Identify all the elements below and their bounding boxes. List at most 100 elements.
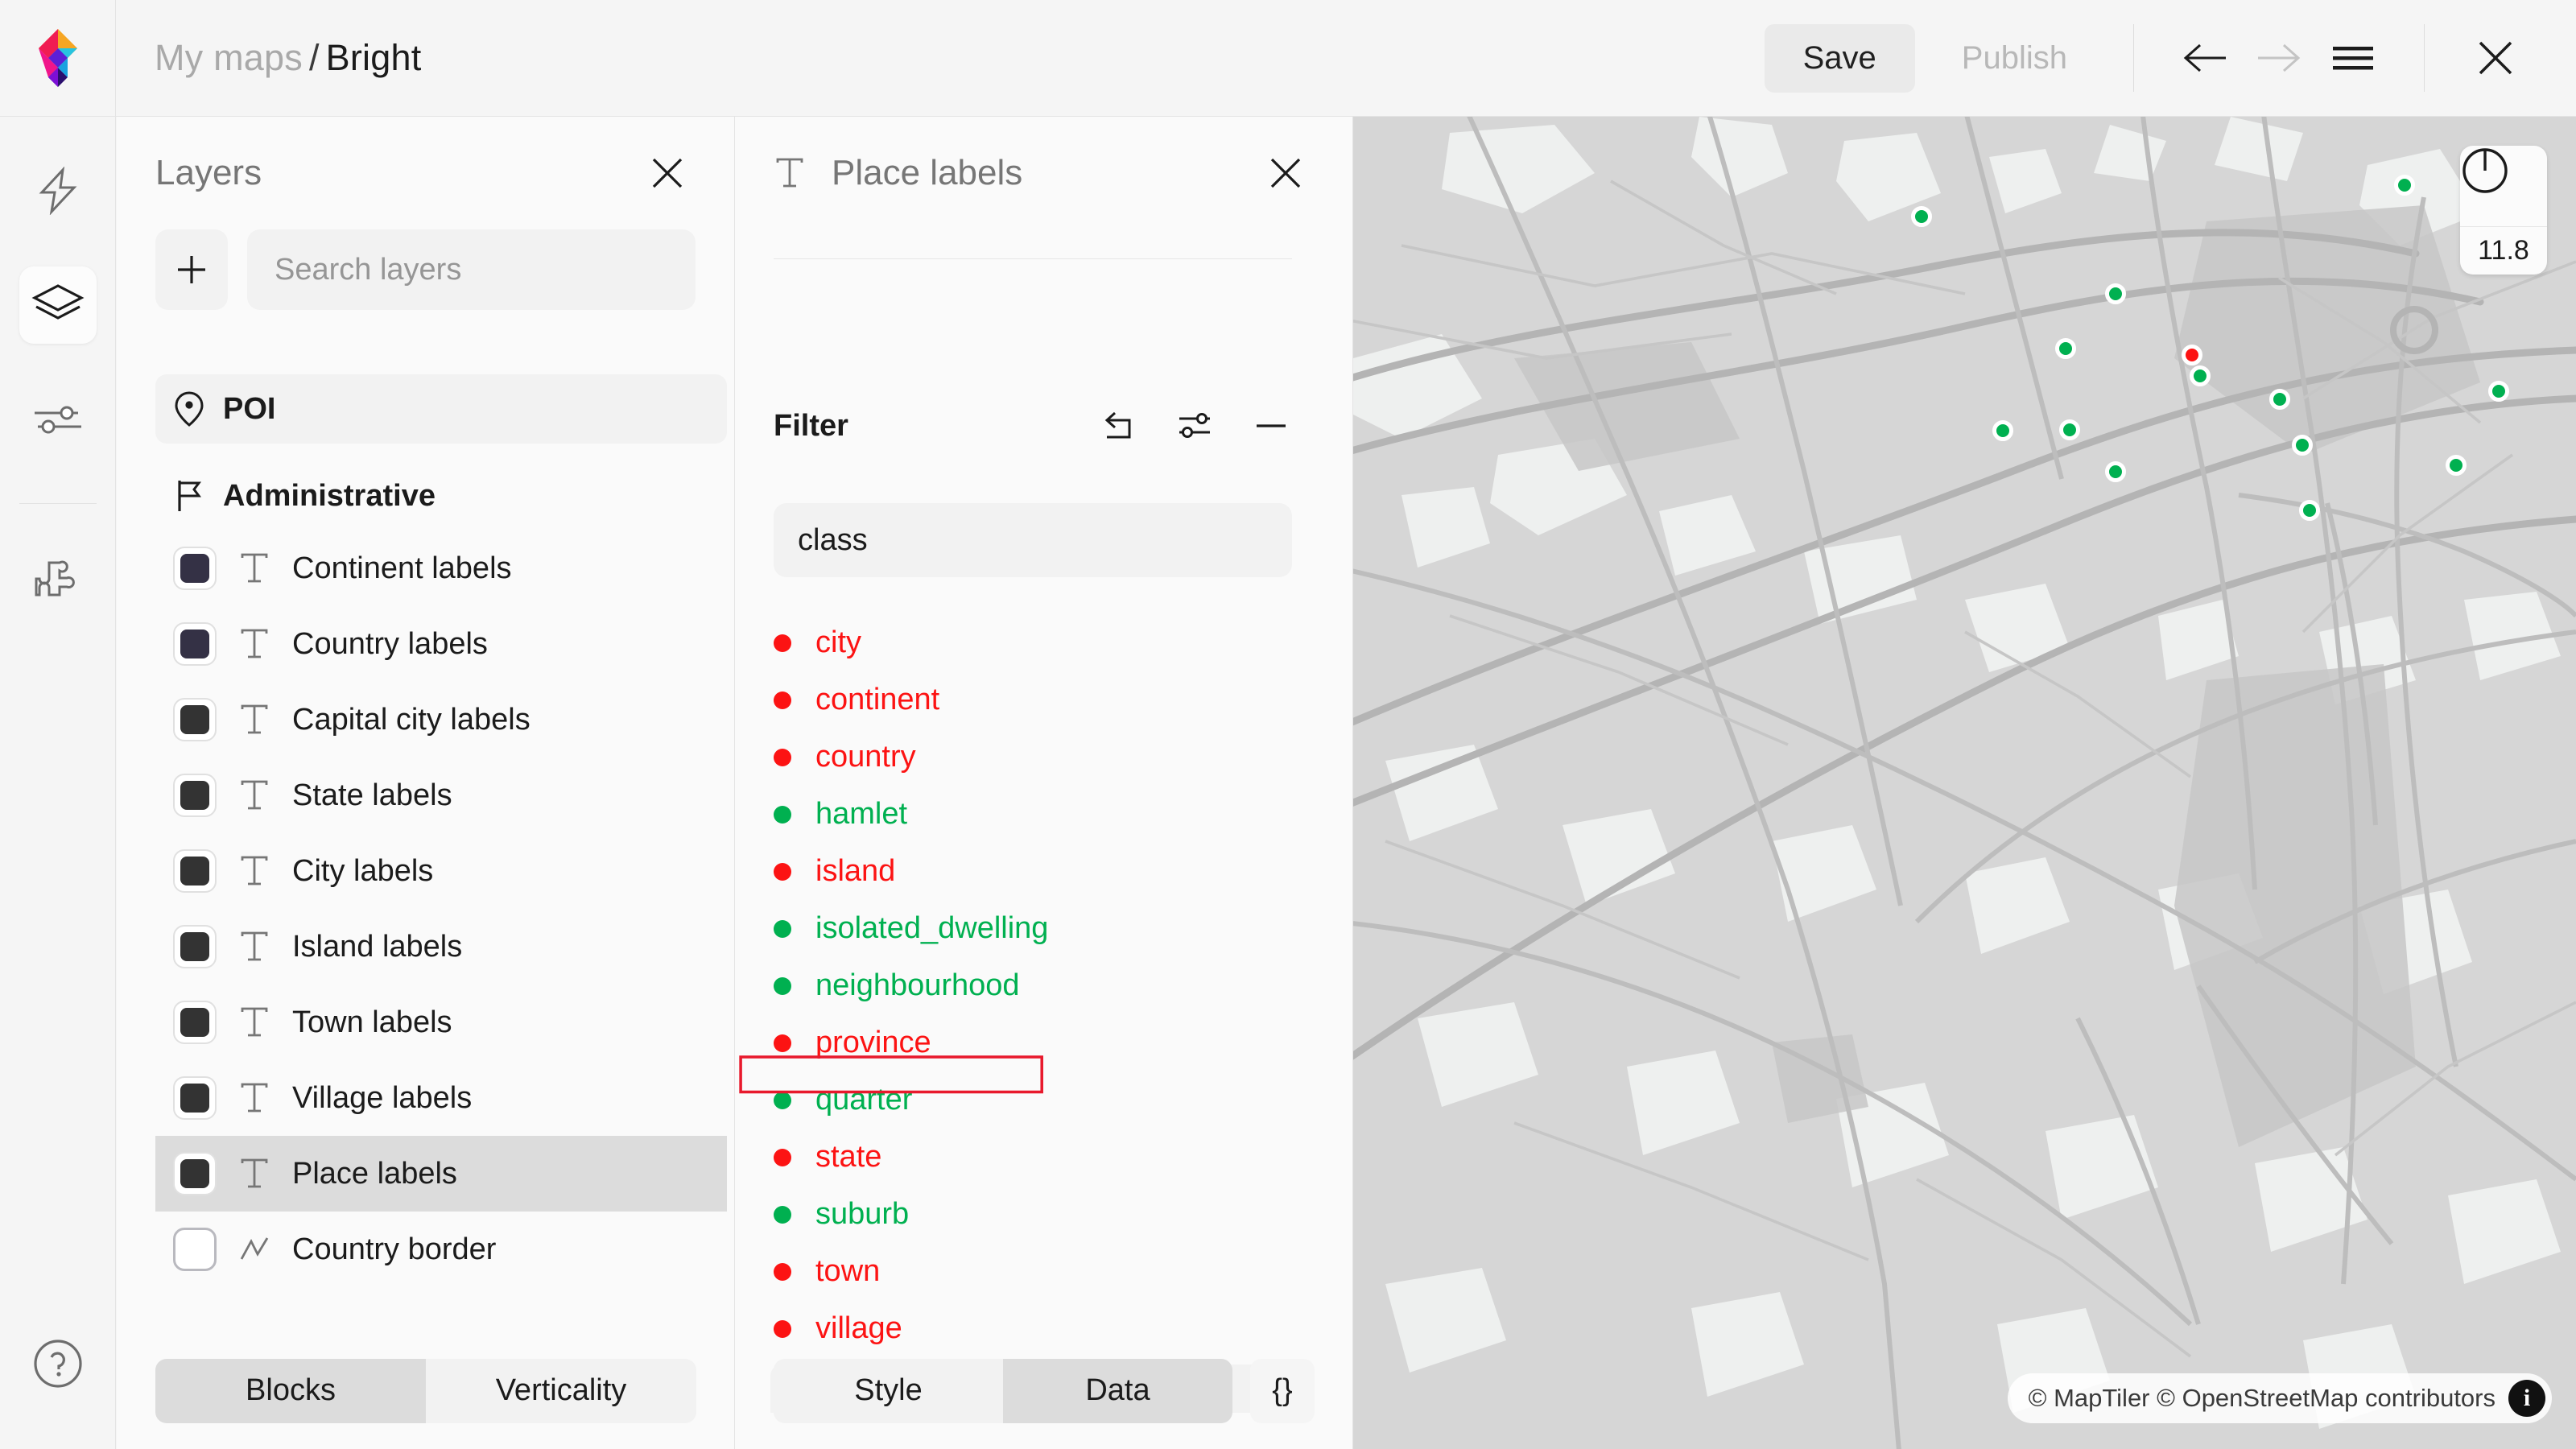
filter-values-list: citycontinentcountry hamlet islandisolated… — [735, 600, 1353, 1413]
back-button[interactable] — [2168, 21, 2242, 95]
tab-verticality[interactable]: Verticality — [426, 1359, 696, 1423]
layer-color-swatch[interactable] — [173, 849, 217, 893]
layer-row[interactable]: Country border — [155, 1212, 727, 1287]
breadcrumb-parent[interactable]: My maps — [155, 37, 303, 78]
tab-style[interactable]: Style — [774, 1359, 1003, 1423]
map-marker[interactable] — [2299, 500, 2320, 521]
filter-value-label: town — [815, 1254, 880, 1289]
save-button[interactable]: Save — [1765, 24, 1915, 93]
layers-panel-close-button[interactable] — [639, 145, 696, 201]
filter-value-item[interactable]: suburb — [774, 1186, 1353, 1243]
layer-color-swatch[interactable] — [173, 1001, 217, 1044]
tab-data[interactable]: Data — [1003, 1359, 1232, 1423]
filter-field-select[interactable]: class — [774, 503, 1292, 577]
map-compass-zoom-control[interactable]: 11.8 — [2460, 146, 2547, 275]
filter-value-dot — [774, 749, 791, 766]
map-marker[interactable] — [2105, 283, 2126, 304]
text-type-icon — [774, 155, 806, 191]
hamburger-menu-icon — [2331, 42, 2375, 74]
text-type-icon — [237, 1005, 271, 1040]
filter-value-item[interactable]: quarter — [774, 1071, 1353, 1129]
layer-row[interactable]: Continent labels — [155, 530, 727, 606]
layer-row-selected[interactable]: Place labels — [155, 1136, 727, 1212]
layer-color-swatch[interactable] — [173, 622, 217, 666]
add-layer-button[interactable] — [155, 229, 228, 310]
filter-value-dot — [774, 1263, 791, 1281]
filter-value-item[interactable]: continent — [774, 671, 1353, 729]
layer-row[interactable]: Island labels — [155, 909, 727, 985]
layer-row[interactable]: Capital city labels — [155, 682, 727, 758]
map-basemap — [1353, 117, 2576, 1449]
layer-group-poi[interactable]: POI — [155, 374, 727, 444]
map-marker[interactable] — [2055, 338, 2076, 359]
attribution-text[interactable]: © MapTiler © OpenStreetMap contributors — [2029, 1384, 2496, 1413]
map-marker[interactable] — [2269, 389, 2290, 410]
filter-settings-button[interactable] — [1174, 405, 1216, 447]
app-logo[interactable] — [0, 0, 116, 117]
line-path-icon — [237, 1232, 271, 1267]
map-marker[interactable] — [2292, 435, 2313, 456]
sidebar-item-plugins[interactable] — [19, 541, 97, 618]
help-button[interactable] — [19, 1325, 97, 1402]
layers-bottom-tabs: Blocks Verticality — [117, 1332, 735, 1449]
filter-value-item[interactable]: province — [774, 1014, 1353, 1071]
layer-row[interactable]: Town labels — [155, 985, 727, 1060]
layer-color-swatch[interactable] — [173, 1228, 217, 1271]
filter-value-dot — [774, 977, 791, 995]
filter-value-item[interactable]: town — [774, 1243, 1353, 1300]
filter-field-value: class — [798, 523, 868, 558]
sidebar-item-settings[interactable] — [19, 381, 97, 458]
layer-row[interactable]: Village labels — [155, 1060, 727, 1136]
map-marker[interactable] — [1992, 420, 2013, 441]
blocks-verticality-segmented: Blocks Verticality — [155, 1359, 696, 1423]
filter-value-item[interactable]: isolated_dwelling — [774, 900, 1353, 957]
forward-button[interactable] — [2242, 21, 2316, 95]
layer-color-swatch[interactable] — [173, 547, 217, 590]
layer-color-swatch[interactable] — [173, 925, 217, 968]
tab-blocks[interactable]: Blocks — [155, 1359, 426, 1423]
layer-row[interactable]: State labels — [155, 758, 727, 833]
filter-value-item[interactable]: island — [774, 843, 1353, 900]
map-marker[interactable] — [2446, 455, 2467, 476]
map-marker[interactable] — [2394, 175, 2415, 196]
menu-button[interactable] — [2316, 21, 2390, 95]
filter-value-label: quarter — [815, 1083, 912, 1117]
map-marker[interactable] — [2059, 419, 2080, 440]
map-marker[interactable] — [1911, 206, 1932, 227]
filter-value-dot — [774, 1092, 791, 1109]
swatch-fill — [180, 554, 209, 583]
map-marker[interactable] — [2190, 365, 2211, 386]
layer-row[interactable]: City labels — [155, 833, 727, 909]
map-marker[interactable] — [2488, 381, 2509, 402]
place-panel-divider — [774, 258, 1292, 259]
sidebar-item-layers[interactable] — [19, 266, 97, 344]
json-editor-button[interactable]: {} — [1250, 1359, 1315, 1423]
sidebar-item-quick-actions[interactable] — [19, 152, 97, 229]
layer-color-swatch[interactable] — [173, 774, 217, 817]
layer-color-swatch[interactable] — [173, 1076, 217, 1120]
collapse-filter-button[interactable] — [1250, 405, 1292, 447]
layer-color-swatch[interactable] — [173, 1152, 217, 1195]
layer-row[interactable]: Country labels — [155, 606, 727, 682]
puzzle-piece-icon — [33, 558, 83, 601]
filter-value-item[interactable]: hamlet — [774, 786, 1353, 843]
close-editor-button[interactable] — [2458, 21, 2533, 95]
info-icon[interactable]: i — [2508, 1380, 2545, 1417]
sliders-icon — [33, 402, 83, 436]
layer-color-swatch[interactable] — [173, 698, 217, 741]
layers-panel: Layers POI — [117, 117, 735, 1449]
filter-value-item[interactable]: neighbourhood — [774, 957, 1353, 1014]
filter-value-item[interactable]: country — [774, 729, 1353, 786]
filter-value-label: hamlet — [815, 797, 907, 832]
map-canvas[interactable]: 11.8 © MapTiler © OpenStreetMap contribu… — [1353, 117, 2576, 1449]
place-panel-close-button[interactable] — [1257, 145, 1314, 201]
map-marker[interactable] — [2105, 461, 2126, 482]
breadcrumb-current: Bright — [326, 37, 422, 78]
map-marker[interactable] — [2182, 345, 2202, 365]
filter-value-item[interactable]: state — [774, 1129, 1353, 1186]
publish-button[interactable]: Publish — [1930, 24, 2099, 93]
revert-filter-button[interactable] — [1099, 405, 1141, 447]
search-layers-input[interactable] — [247, 229, 696, 310]
layer-group-administrative[interactable]: Administrative — [155, 461, 727, 530]
filter-value-item[interactable]: city — [774, 614, 1353, 671]
